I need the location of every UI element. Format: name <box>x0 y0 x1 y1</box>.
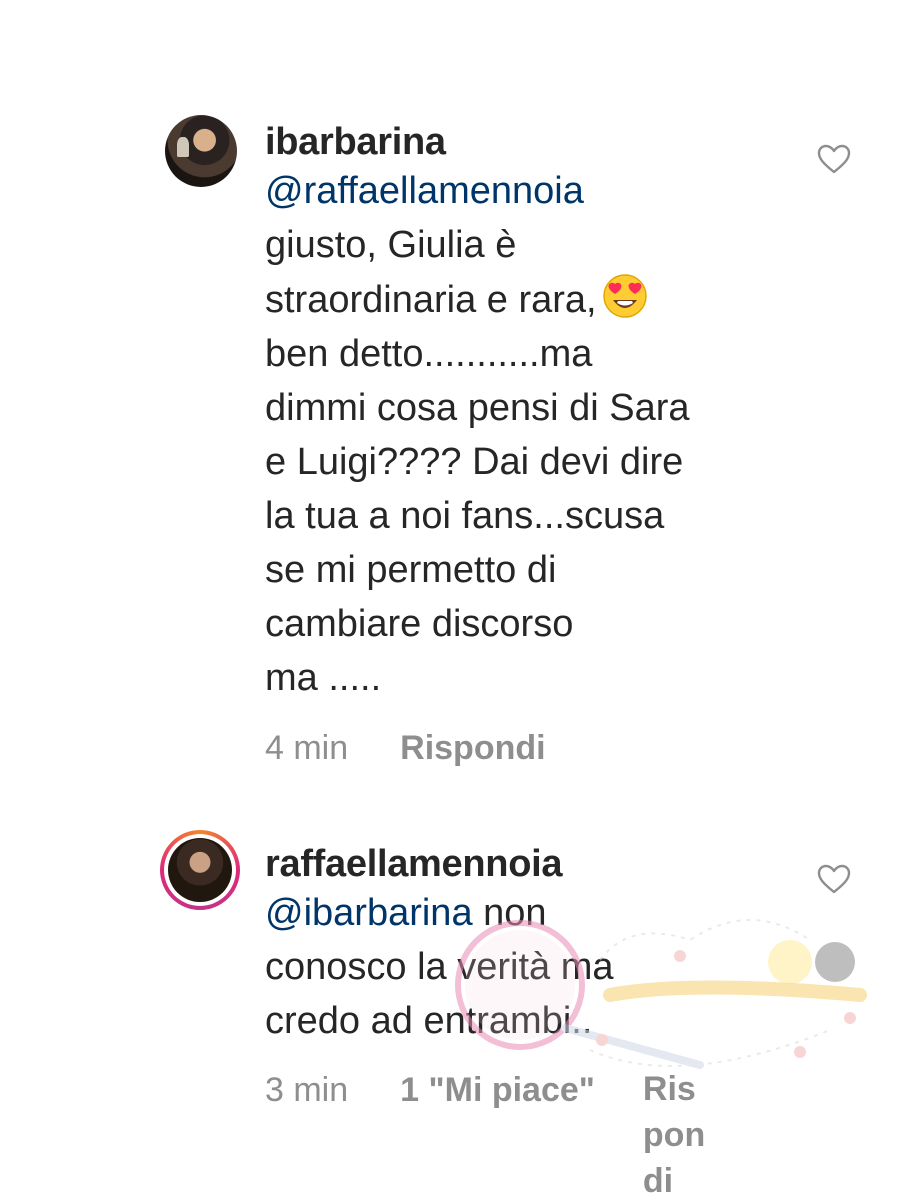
comment-body: raffaellamennoia @ibarbarina non conosco… <box>265 842 795 1048</box>
comment-line: ma ..... <box>265 657 382 699</box>
comment-body: ibarbarina @raffaellamennoia giusto, Giu… <box>265 120 795 705</box>
comment-line: e Luigi???? Dai devi dire <box>265 441 684 483</box>
comment-line: dimmi cosa pensi di Sara <box>265 387 690 429</box>
avatar-image <box>165 115 237 187</box>
story-ring <box>160 830 240 910</box>
comment-text: @ibarbarina non conosco la verità ma cre… <box>265 886 795 1048</box>
likes-count-button[interactable]: 1 "Mi piace" <box>400 1070 595 1110</box>
comment-meta: 4 min Rispondi <box>265 728 546 768</box>
heart-outline-icon[interactable] <box>817 144 851 174</box>
avatar-image <box>168 838 232 902</box>
comment-line: giusto, Giulia è <box>265 224 517 266</box>
avatar-ibarbarina[interactable] <box>165 115 237 187</box>
comment-line: non <box>472 892 547 934</box>
comment-line: ben detto...........ma <box>265 333 593 375</box>
wine-glass-shape <box>177 137 189 157</box>
comment-line: cambiare discorso <box>265 603 574 645</box>
reply-label-part: di <box>642 1162 674 1200</box>
mention-link[interactable]: @raffaellamennoia <box>265 170 584 212</box>
comment-line: credo ad entrambi.. <box>265 1000 593 1042</box>
comment-text: @raffaellamennoia giusto, Giulia è strao… <box>265 164 795 705</box>
reply-button[interactable]: Ris pon di <box>643 1066 713 1204</box>
heart-eyes-emoji-icon <box>601 272 649 320</box>
mention-link[interactable]: @ibarbarina <box>265 892 473 934</box>
heart-outline-icon[interactable] <box>817 864 851 894</box>
comment-time: 4 min <box>265 729 349 767</box>
avatar-raffaellamennoia[interactable] <box>160 830 240 910</box>
comment-meta: 3 min 1 "Mi piace" Ris pon di <box>265 1070 713 1204</box>
reply-button[interactable]: Rispondi <box>400 728 545 768</box>
comment-username[interactable]: ibarbarina <box>265 120 795 164</box>
reply-label-part: pon <box>642 1116 706 1154</box>
comment-line: la tua a noi fans...scusa <box>265 495 665 537</box>
comment-line: conosco la verità ma <box>265 946 614 988</box>
comment-time: 3 min <box>265 1071 349 1109</box>
comment-username[interactable]: raffaellamennoia <box>265 842 795 886</box>
comment-line: straordinaria e rara, <box>265 279 597 321</box>
comment-line: se mi permetto di <box>265 549 557 591</box>
reply-label-part: Ris <box>642 1070 696 1108</box>
